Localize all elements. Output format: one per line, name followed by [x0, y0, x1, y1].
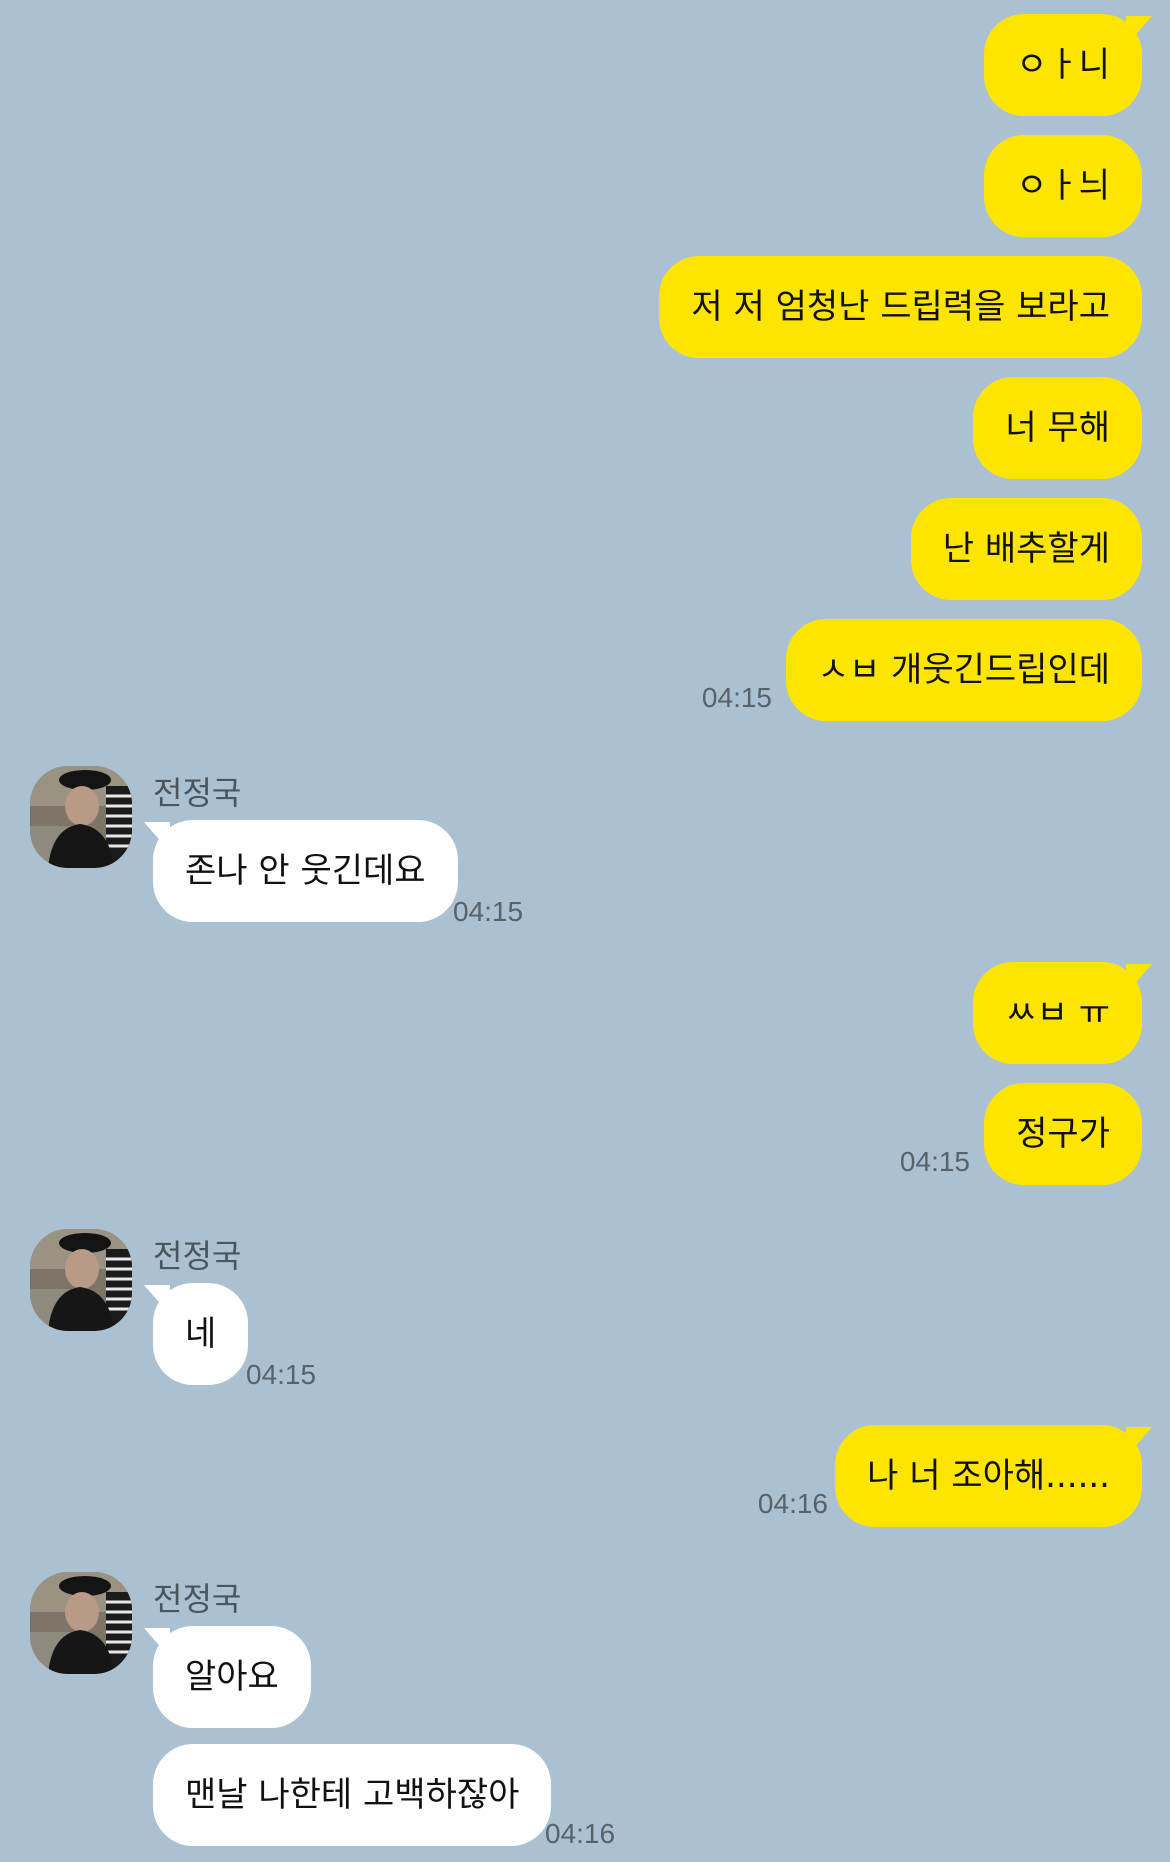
my-message[interactable]: ㅇㅏ늬 [984, 135, 1142, 237]
message-time: 04:15 [453, 896, 524, 927]
my-message[interactable]: 나 너 조아해...... [835, 1425, 1142, 1527]
sender-name: 전정국 [153, 1237, 242, 1275]
avatar[interactable] [30, 1572, 132, 1674]
message-time: 04:16 [545, 1818, 616, 1849]
my-message[interactable]: 저 저 엄청난 드립력을 보라고 [659, 256, 1142, 358]
avatar[interactable] [30, 766, 132, 868]
message-time: 04:15 [246, 1359, 317, 1390]
their-message[interactable]: 알아요 [153, 1626, 311, 1728]
message-time: 04:16 [757, 1488, 828, 1519]
my-message[interactable]: 난 배추할게 [910, 498, 1142, 600]
sender-name: 전정국 [153, 1580, 242, 1618]
message-time: 04:15 [899, 1146, 970, 1177]
their-message[interactable]: 존나 안 웃긴데요 [153, 820, 458, 922]
their-message[interactable]: 네 [153, 1283, 249, 1385]
message-time: 04:15 [701, 682, 772, 713]
my-message[interactable]: ㅇㅏ니 [984, 14, 1142, 116]
my-message[interactable]: 너 무해 [973, 377, 1142, 479]
avatar-photo-icon [30, 1572, 132, 1674]
their-message[interactable]: 맨날 나한테 고백하잖아 [153, 1744, 552, 1846]
avatar[interactable] [30, 1229, 132, 1331]
sender-name: 전정국 [153, 774, 242, 812]
my-message[interactable]: 정구가 [984, 1083, 1142, 1185]
avatar-photo-icon [30, 1229, 132, 1331]
my-message[interactable]: ㅅㅂ 개웃긴드립인데 [785, 619, 1142, 721]
avatar-photo-icon [30, 766, 132, 868]
my-message[interactable]: ㅆㅂ ㅠ [973, 962, 1142, 1064]
